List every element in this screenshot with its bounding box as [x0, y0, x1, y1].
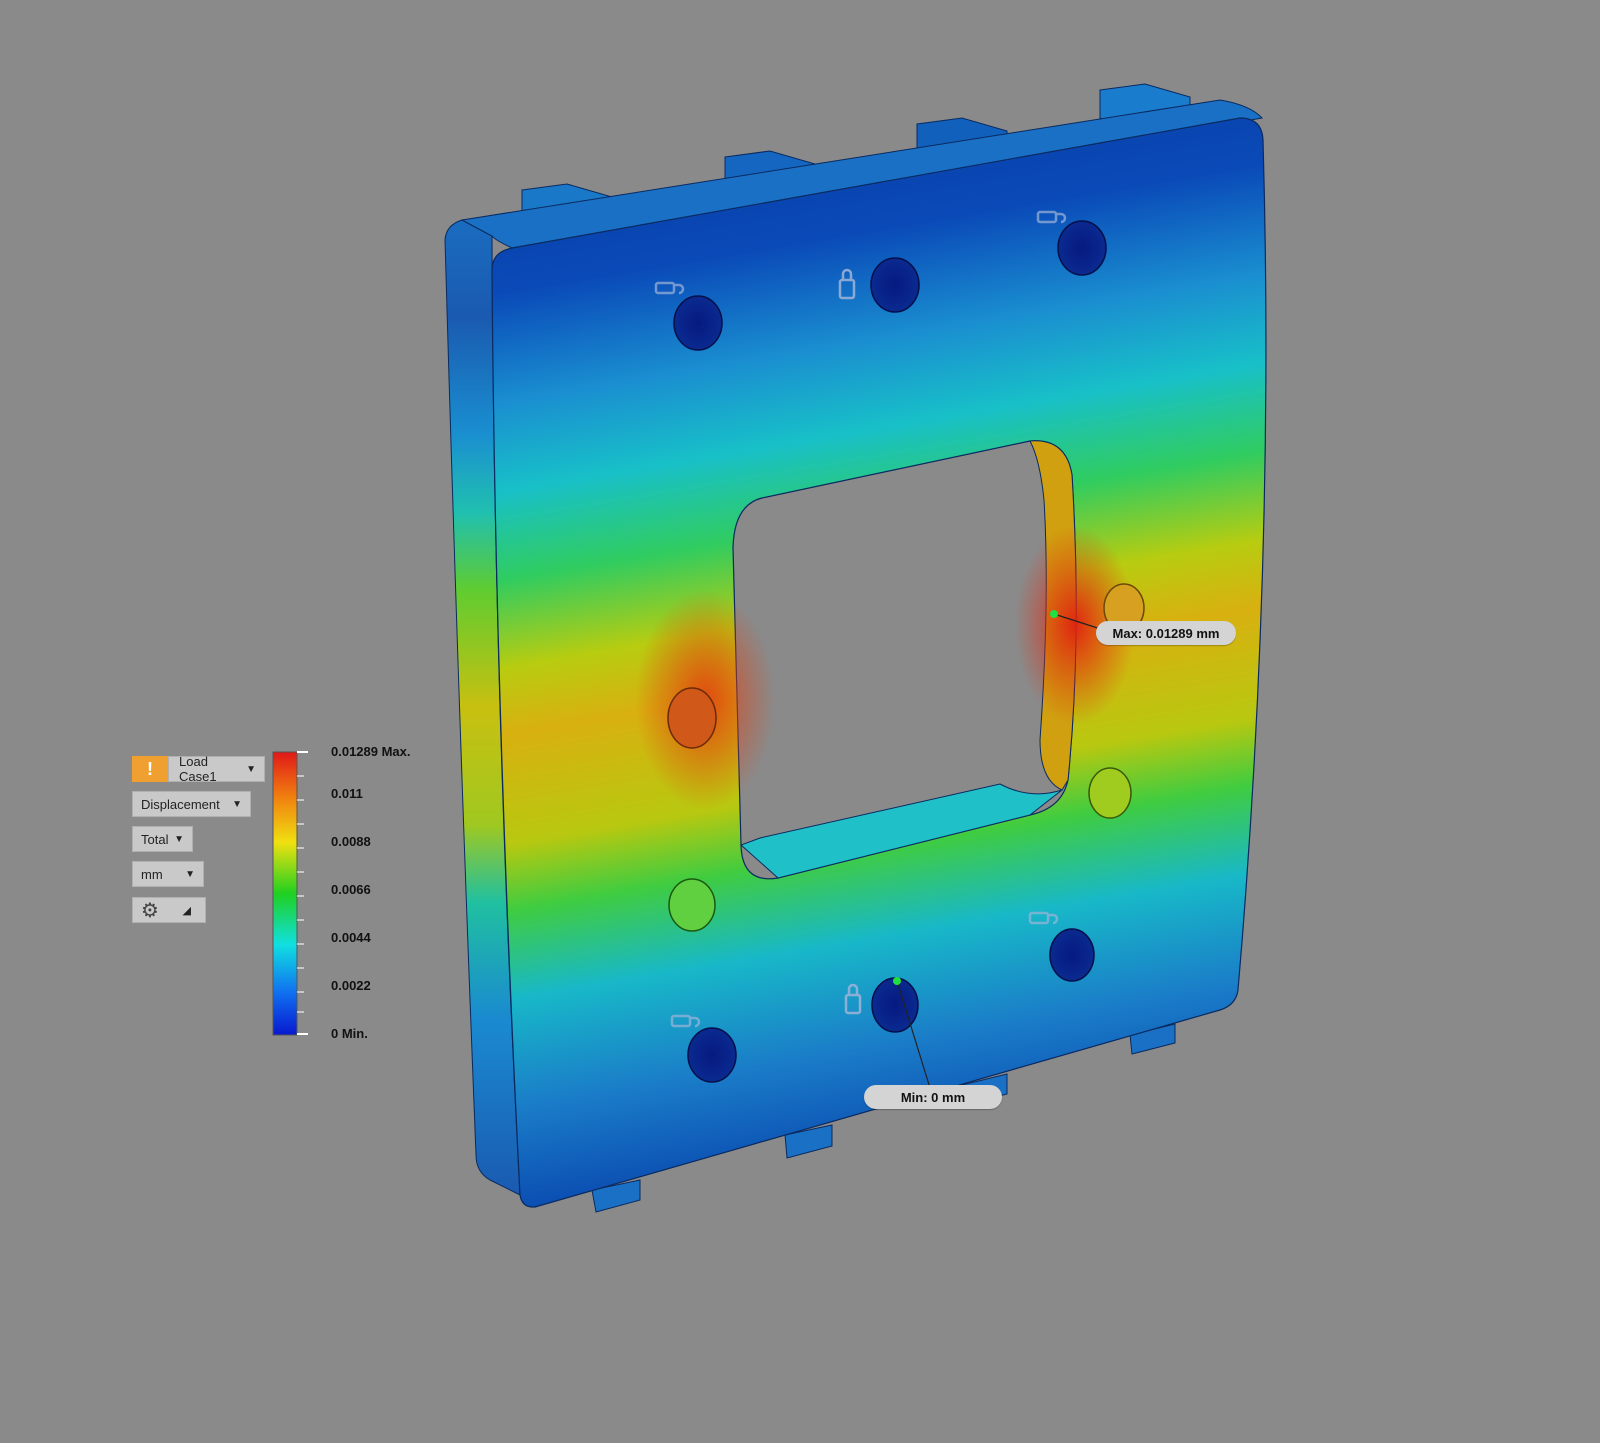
legend-colorbar: [272, 751, 308, 1036]
min-marker: [893, 977, 901, 985]
chevron-down-icon: ▼: [246, 763, 256, 775]
legend-settings-button[interactable]: ⚙ ◢: [132, 897, 206, 923]
chevron-down-icon: ▼: [185, 868, 195, 880]
legend-label: 0.0022: [331, 978, 371, 993]
legend-label: 0.011: [331, 786, 363, 801]
max-marker: [1050, 610, 1058, 618]
gear-icon: ⚙: [141, 899, 159, 922]
chevron-down-icon: ▼: [232, 798, 242, 810]
model-viewport[interactable]: ! Load Case1 ▼ Displacement ▼ Total ▼ mm…: [0, 0, 1600, 1438]
units-dropdown[interactable]: mm ▼: [132, 861, 204, 887]
legend-label: 0.0066: [331, 882, 371, 897]
result-type-dropdown[interactable]: Displacement ▼: [132, 791, 251, 817]
chevron-down-icon: ▼: [174, 833, 184, 845]
legend-label-max: 0.01289 Max.: [331, 744, 411, 759]
load-case-label: Load Case1: [179, 754, 217, 784]
units-label: mm: [141, 866, 163, 882]
load-case-dropdown[interactable]: Load Case1 ▼: [168, 754, 265, 784]
min-callout[interactable]: Min: 0 mm: [864, 1085, 1002, 1109]
legend-label: 0.0044: [331, 930, 371, 945]
max-callout[interactable]: Max: 0.01289 mm: [1096, 621, 1236, 645]
legend-label-min: 0 Min.: [331, 1026, 368, 1041]
displacement-model[interactable]: [0, 0, 1600, 1438]
component-label: Total: [141, 831, 169, 847]
component-dropdown[interactable]: Total ▼: [132, 826, 193, 852]
warning-icon[interactable]: !: [132, 756, 168, 782]
legend-label: 0.0088: [331, 834, 371, 849]
triangle-icon: ◢: [182, 904, 191, 917]
result-type-label: Displacement: [141, 796, 220, 812]
